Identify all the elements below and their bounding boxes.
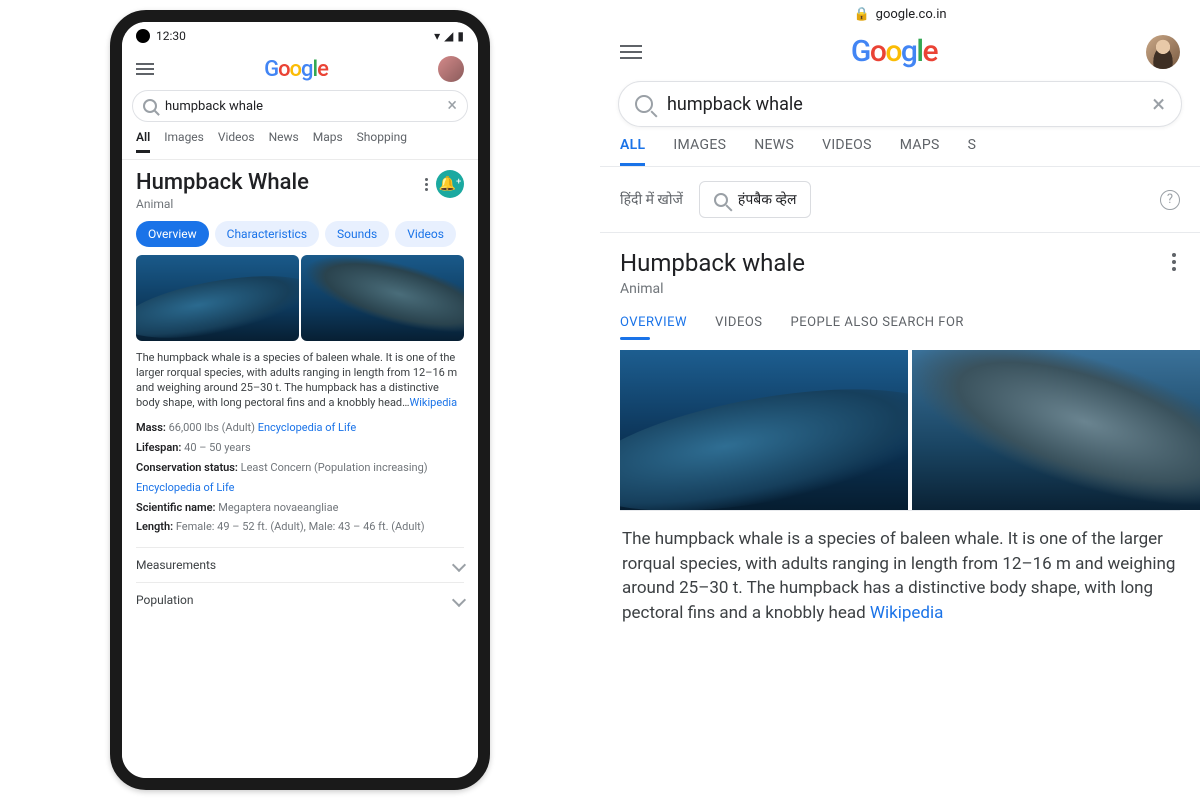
tab-images[interactable]: IMAGES [673, 137, 726, 166]
kp-description: The humpback whale is a species of balee… [136, 351, 464, 410]
kp-description: The humpback whale is a species of balee… [620, 510, 1180, 626]
account-avatar[interactable] [438, 56, 464, 82]
kp-tab-overview[interactable]: OVERVIEW [620, 315, 687, 340]
hindi-search-chip[interactable]: हंपबैक व्हेल [699, 181, 812, 218]
tab-all[interactable]: All [136, 130, 150, 153]
camera-hole [136, 29, 150, 43]
whale-image-2[interactable] [912, 350, 1200, 510]
search-icon [635, 95, 653, 113]
tab-more[interactable]: S [968, 137, 977, 166]
pill-overview[interactable]: Overview [136, 221, 209, 247]
tab-videos[interactable]: Videos [218, 130, 255, 153]
kp-subtitle: Animal [620, 281, 805, 297]
search-icon [714, 193, 728, 207]
search-icon [143, 99, 157, 113]
chevron-down-icon [452, 593, 466, 607]
tab-videos[interactable]: VIDEOS [822, 137, 872, 166]
signal-icon: ◢ [444, 29, 453, 43]
hamburger-menu-icon[interactable] [136, 63, 154, 75]
wifi-icon: ▾ [434, 29, 440, 43]
tab-images[interactable]: Images [164, 130, 204, 153]
google-logo[interactable]: Google [264, 57, 328, 82]
tab-maps[interactable]: MAPS [900, 137, 940, 166]
kp-title: Humpback Whale [136, 170, 309, 195]
clear-icon[interactable]: × [447, 97, 457, 115]
tab-news[interactable]: NEWS [754, 137, 794, 166]
account-avatar[interactable] [1146, 35, 1180, 69]
search-input[interactable]: humpback whale [165, 99, 439, 114]
knowledge-panel: Humpback Whale Animal 🔔⁺ Overview Charac… [122, 160, 478, 778]
wikipedia-link[interactable]: Wikipedia [410, 396, 458, 409]
wikipedia-link[interactable]: Wikipedia [870, 603, 944, 623]
browser-view: 🔒 google.co.in Google humpback whale × A… [600, 0, 1200, 800]
hindi-label: हिंदी में खोजें [620, 190, 683, 209]
encyclopedia-link[interactable]: Encyclopedia of Life [258, 421, 356, 434]
chevron-down-icon [452, 558, 466, 572]
status-time: 12:30 [156, 29, 186, 43]
phone-frame: 12:30 ▾ ◢ ▮ Google humpback whale × [110, 10, 490, 790]
kp-title: Humpback whale [620, 249, 805, 277]
whale-image-1[interactable] [136, 255, 299, 341]
more-options-icon[interactable] [425, 178, 428, 191]
address-bar[interactable]: 🔒 google.co.in [600, 0, 1200, 28]
address-text: google.co.in [876, 7, 947, 22]
whale-image-1[interactable] [620, 350, 908, 510]
whale-image-2[interactable] [301, 255, 464, 341]
kp-subtitle: Animal [136, 197, 309, 211]
search-bar[interactable]: humpback whale × [618, 81, 1182, 127]
expander-population[interactable]: Population [136, 582, 464, 617]
encyclopedia-link-2[interactable]: Encyclopedia of Life [136, 481, 234, 494]
battery-icon: ▮ [457, 29, 464, 43]
kp-image-row [136, 255, 464, 341]
phone-header: Google [122, 50, 478, 86]
expander-measurements[interactable]: Measurements [136, 547, 464, 582]
pill-sounds[interactable]: Sounds [325, 221, 389, 247]
clear-icon[interactable]: × [1152, 92, 1165, 116]
phone-mockup-container: 12:30 ▾ ◢ ▮ Google humpback whale × [0, 0, 600, 800]
search-input[interactable]: humpback whale [667, 94, 1138, 115]
status-bar: 12:30 ▾ ◢ ▮ [122, 22, 478, 50]
kp-pill-tabs: Overview Characteristics Sounds Videos [136, 221, 464, 247]
google-logo[interactable]: Google [851, 34, 937, 69]
tab-maps[interactable]: Maps [313, 130, 343, 153]
notify-bell-button[interactable]: 🔔⁺ [436, 170, 464, 198]
more-options-icon[interactable] [1168, 249, 1180, 275]
search-tabs: ALL IMAGES NEWS VIDEOS MAPS S [600, 137, 1200, 167]
search-bar[interactable]: humpback whale × [132, 90, 468, 122]
tab-news[interactable]: News [269, 130, 299, 153]
search-tabs: All Images Videos News Maps Shopping [122, 130, 478, 160]
kp-facts: Mass: 66,000 lbs (Adult) Encyclopedia of… [136, 418, 464, 537]
pill-videos[interactable]: Videos [395, 221, 456, 247]
browser-header: Google [600, 28, 1200, 75]
kp-tab-people-also[interactable]: PEOPLE ALSO SEARCH FOR [791, 315, 964, 340]
lock-icon: 🔒 [853, 7, 869, 22]
kp-image-row [600, 350, 1200, 510]
hindi-search-row: हिंदी में खोजें हंपबैक व्हेल ? [600, 167, 1200, 232]
tab-shopping[interactable]: Shopping [357, 130, 407, 153]
pill-characteristics[interactable]: Characteristics [215, 221, 319, 247]
kp-tabs: OVERVIEW VIDEOS PEOPLE ALSO SEARCH FOR [620, 315, 1180, 340]
kp-tab-videos[interactable]: VIDEOS [715, 315, 762, 340]
phone-screen: 12:30 ▾ ◢ ▮ Google humpback whale × [122, 22, 478, 778]
tab-all[interactable]: ALL [620, 137, 645, 166]
knowledge-panel: Humpback whale Animal OVERVIEW VIDEOS PE… [600, 232, 1200, 350]
help-icon[interactable]: ? [1160, 190, 1180, 210]
hamburger-menu-icon[interactable] [620, 45, 642, 59]
